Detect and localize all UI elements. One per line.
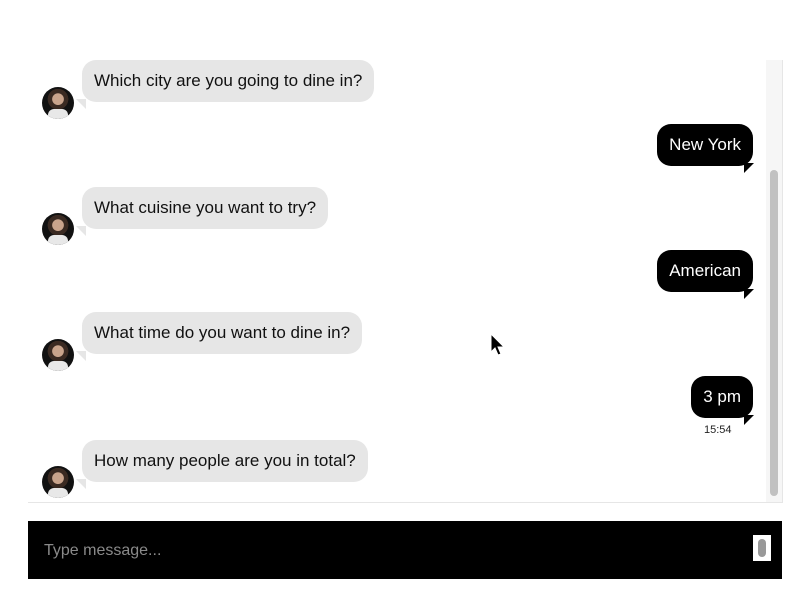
mouse-pointer-icon [490,333,506,356]
bot-message: What time do you want to dine in? [75,312,363,361]
bot-avatar [42,87,74,119]
user-message: American [657,250,754,299]
message-timestamp: 15:54 [704,424,732,436]
message-input[interactable] [42,535,726,567]
microphone-button[interactable] [753,535,771,561]
bot-message: Which city are you going to dine in? [75,60,375,109]
bot-avatar [42,466,74,498]
chat-scrollbar[interactable] [766,60,782,502]
bot-avatar [42,339,74,371]
message-composer [28,521,782,579]
user-message: 3 pm [691,376,754,425]
bot-message: How many people are you in total? [76,440,368,489]
bot-avatar [42,213,74,245]
scrollbar-thumb[interactable] [770,170,778,496]
bot-message: What cuisine you want to try? [75,187,329,236]
user-message: New York [657,124,754,173]
microphone-icon [758,539,766,557]
